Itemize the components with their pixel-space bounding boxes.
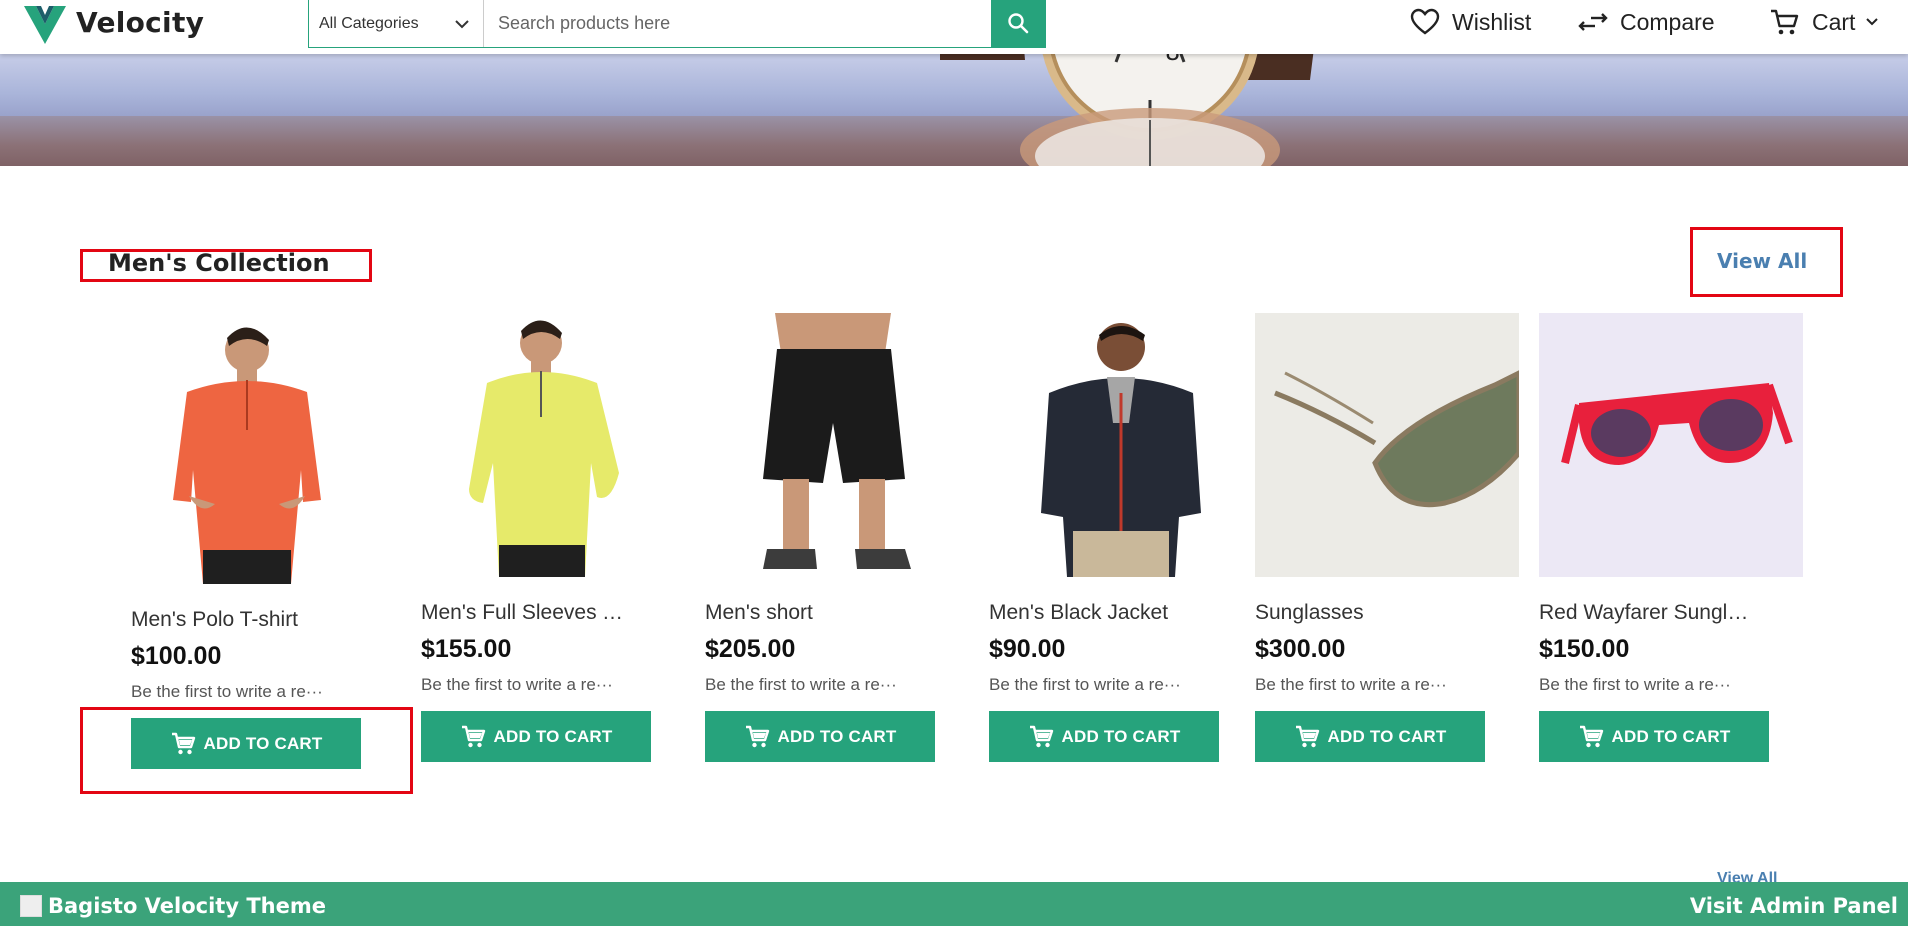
search-icon — [1008, 13, 1029, 34]
product-price: $205.00 — [705, 635, 796, 663]
add-to-cart-label: ADD TO CART — [1611, 726, 1731, 746]
product-price: $300.00 — [1255, 635, 1346, 663]
polo-shirt-image — [173, 327, 321, 584]
product-image[interactable] — [1255, 313, 1519, 577]
add-to-cart-button[interactable]: ADD TO CART — [421, 711, 651, 762]
product-price: $90.00 — [989, 635, 1066, 663]
full-sleeves-shirt-image — [469, 320, 619, 577]
product-image[interactable] — [1539, 313, 1803, 577]
add-to-cart-button[interactable]: ADD TO CART — [989, 711, 1219, 762]
broken-image-icon — [20, 895, 42, 917]
add-to-cart-label: ADD TO CART — [1061, 726, 1181, 746]
watch-image: 8 — [940, 54, 1314, 166]
search-button[interactable] — [991, 0, 1045, 47]
cart-label: Cart — [1812, 8, 1856, 35]
add-to-cart-button[interactable]: ADD TO CART — [705, 711, 935, 762]
highlight-box-add-to-cart — [80, 707, 413, 794]
product-image[interactable] — [421, 313, 685, 577]
product-card[interactable]: Men's short $205.00 Be the first to writ… — [705, 313, 971, 762]
cart-icon — [1579, 725, 1603, 747]
product-review-link[interactable]: Be the first to write a re··· — [1539, 675, 1805, 695]
brand-logo[interactable]: Velocity — [22, 0, 204, 44]
add-to-cart-button[interactable]: ADD TO CART — [1255, 711, 1485, 762]
product-card[interactable]: Red Wayfarer Sungla... $150.00 Be the fi… — [1539, 313, 1805, 762]
highlight-box-title — [80, 249, 372, 282]
add-to-cart-label: ADD TO CART — [1327, 726, 1447, 746]
search-input[interactable] — [484, 0, 991, 47]
sunglasses-image — [1255, 313, 1519, 577]
add-to-cart-button[interactable]: ADD TO CART — [1539, 711, 1769, 762]
product-card[interactable]: Men's Black Jacket $90.00 Be the first t… — [989, 313, 1255, 762]
product-image[interactable] — [705, 313, 969, 577]
add-to-cart-label: ADD TO CART — [493, 726, 613, 746]
product-name[interactable]: Men's short — [705, 601, 915, 625]
cart-link[interactable]: Cart — [1770, 0, 1879, 44]
cart-icon — [1771, 9, 1799, 35]
velocity-logo-icon — [24, 6, 66, 44]
demo-brand[interactable]: Bagisto Velocity Theme — [20, 894, 326, 918]
product-price: $100.00 — [131, 642, 222, 670]
product-price: $150.00 — [1539, 635, 1630, 663]
chevron-down-icon — [1866, 18, 1879, 26]
product-name[interactable]: Sunglasses — [1255, 601, 1465, 625]
product-name[interactable]: Men's Full Sleeves T-... — [421, 601, 631, 625]
next-section-view-all[interactable]: View All — [1717, 870, 1777, 882]
site-header: Velocity All Categories Wishlist — [0, 0, 1908, 54]
product-image[interactable] — [989, 313, 1253, 577]
highlight-box-view-all — [1690, 227, 1843, 297]
product-name[interactable]: Red Wayfarer Sungla... — [1539, 601, 1749, 625]
brand-name: Velocity — [76, 5, 205, 39]
product-name[interactable]: Men's Polo T-shirt — [131, 608, 341, 632]
product-review-link[interactable]: Be the first to write a re··· — [421, 675, 687, 695]
cart-icon — [745, 725, 769, 747]
product-image[interactable] — [131, 320, 395, 584]
heart-icon — [1410, 8, 1440, 35]
compare-label: Compare — [1620, 8, 1715, 35]
chevron-down-icon — [455, 19, 469, 28]
wishlist-link[interactable]: Wishlist — [1410, 0, 1531, 44]
compare-icon — [1578, 13, 1608, 31]
product-review-link[interactable]: Be the first to write a re··· — [989, 675, 1255, 695]
search-bar: All Categories — [308, 0, 1046, 48]
watch-numeral: 8 — [1165, 54, 1180, 66]
product-review-link[interactable]: Be the first to write a re··· — [1255, 675, 1521, 695]
red-wayfarer-sunglasses-image — [1539, 313, 1803, 577]
black-jacket-image — [1041, 323, 1201, 577]
add-to-cart-label: ADD TO CART — [777, 726, 897, 746]
cart-icon — [1029, 725, 1053, 747]
demo-brand-label: Bagisto Velocity Theme — [48, 894, 326, 918]
demo-bar: Bagisto Velocity Theme Visit Admin Panel — [0, 882, 1908, 926]
product-card[interactable]: Sunglasses $300.00 Be the first to write… — [1255, 313, 1521, 762]
hero-banner[interactable]: 8 — [0, 54, 1908, 166]
product-card[interactable]: Men's Full Sleeves T-... $155.00 Be the … — [421, 313, 687, 762]
cart-icon — [1295, 725, 1319, 747]
product-review-link[interactable]: Be the first to write a re··· — [705, 675, 971, 695]
category-select-value: All Categories — [319, 14, 419, 32]
compare-link[interactable]: Compare — [1578, 0, 1715, 44]
product-card[interactable]: Men's Polo T-shirt $100.00 Be the first … — [131, 320, 397, 769]
shorts-image — [763, 313, 911, 569]
cart-icon — [461, 725, 485, 747]
wishlist-label: Wishlist — [1452, 8, 1532, 35]
product-review-link[interactable]: Be the first to write a re··· — [131, 682, 397, 702]
product-price: $155.00 — [421, 635, 512, 663]
admin-panel-link[interactable]: Visit Admin Panel — [1690, 894, 1898, 918]
product-name[interactable]: Men's Black Jacket — [989, 601, 1199, 625]
category-select[interactable]: All Categories — [309, 0, 484, 47]
